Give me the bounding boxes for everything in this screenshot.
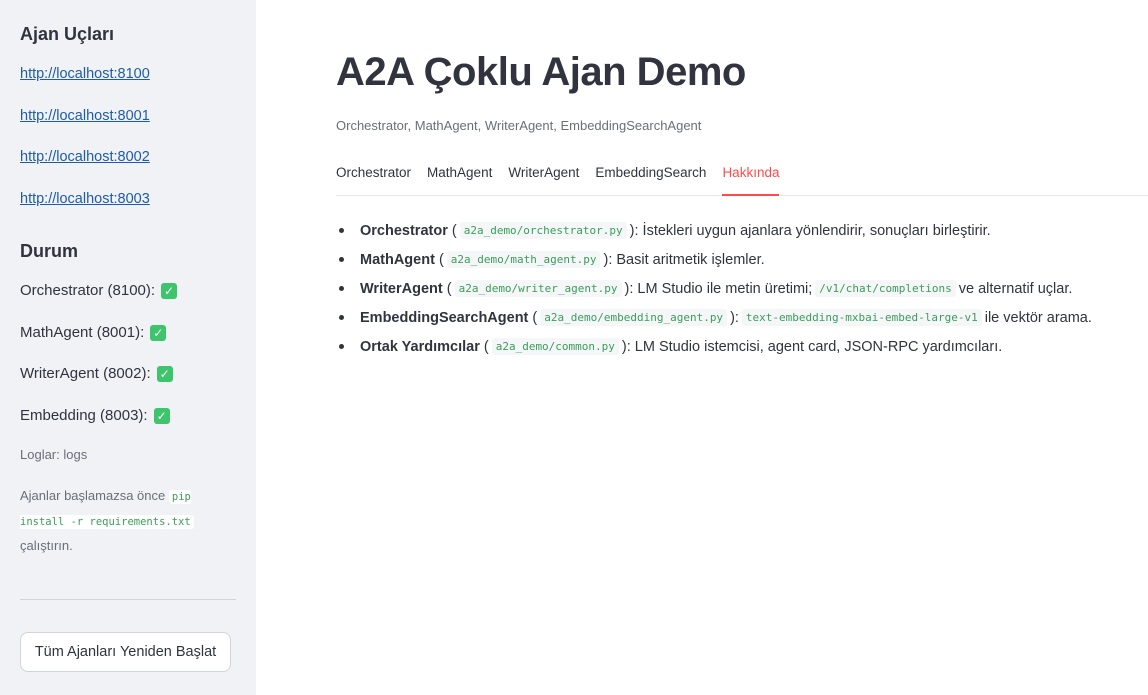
note-prefix: Ajanlar başlamazsa önce	[20, 488, 166, 503]
item-name: Orchestrator	[360, 222, 448, 239]
list-item: Orchestrator (a2a_demo/orchestrator.py):…	[336, 216, 1092, 245]
item-name: Ortak Yardımcılar	[360, 338, 480, 355]
tab-hakkinda[interactable]: Hakkında	[722, 162, 780, 196]
item-desc: ): LM Studio istemcisi, agent card, JSON…	[621, 338, 1003, 355]
sidebar-divider	[20, 599, 236, 600]
item-file: a2a_demo/orchestrator.py	[459, 222, 627, 239]
item-desc: ):	[730, 309, 739, 326]
status-heading: Durum	[20, 241, 78, 261]
item-desc: ): İstekleri uygun ajanlara yönlendirir,…	[629, 222, 991, 239]
install-note: Ajanlar başlamazsa önce pip install -r r…	[20, 484, 220, 557]
check-icon: ✓	[161, 282, 178, 299]
check-icon: ✓	[153, 407, 170, 424]
page-title: A2A Çoklu Ajan Demo	[336, 50, 746, 94]
list-item: EmbeddingSearchAgent (a2a_demo/embedding…	[336, 303, 1092, 332]
status-orchestrator: Orchestrator (8100): ✓	[20, 282, 178, 299]
item-name: WriterAgent	[360, 280, 443, 297]
sidebar: Ajan Uçları http://localhost:8100 http:/…	[0, 0, 256, 695]
list-item: MathAgent (a2a_demo/math_agent.py): Basi…	[336, 245, 1092, 274]
list-item: WriterAgent (a2a_demo/writer_agent.py): …	[336, 274, 1092, 303]
item-name: MathAgent	[360, 251, 435, 268]
status-embedding: Embedding (8003): ✓	[20, 407, 170, 424]
note-suffix: çalıştırın.	[20, 538, 73, 553]
item-file: a2a_demo/common.py	[491, 338, 619, 355]
item-name: EmbeddingSearchAgent	[360, 309, 529, 326]
status-label: MathAgent (8001):	[20, 324, 145, 341]
tab-orchestrator[interactable]: Orchestrator	[336, 162, 411, 195]
item-desc-2: ve alternatif uçlar.	[958, 280, 1073, 297]
endpoint-link-8003[interactable]: http://localhost:8003	[20, 191, 150, 207]
item-endpoint-code: /v1/chat/completions	[815, 280, 956, 297]
check-icon: ✓	[156, 365, 173, 382]
status-mathagent: MathAgent (8001): ✓	[20, 324, 167, 341]
endpoint-link-8001[interactable]: http://localhost:8001	[20, 108, 150, 124]
tab-bar: Orchestrator MathAgent WriterAgent Embed…	[336, 162, 1148, 196]
tab-embeddingsearch[interactable]: EmbeddingSearch	[595, 162, 706, 195]
item-desc: ): LM Studio ile metin üretimi;	[624, 280, 813, 297]
page-subtitle: Orchestrator, MathAgent, WriterAgent, Em…	[336, 118, 702, 133]
about-list: Orchestrator (a2a_demo/orchestrator.py):…	[336, 216, 1092, 361]
check-icon: ✓	[150, 324, 167, 341]
logs-text: Loglar: logs	[20, 447, 88, 462]
main-content: A2A Çoklu Ajan Demo Orchestrator, MathAg…	[256, 0, 1148, 695]
item-file: a2a_demo/math_agent.py	[446, 251, 601, 268]
list-item: Ortak Yardımcılar (a2a_demo/common.py): …	[336, 332, 1092, 361]
item-desc: ): Basit aritmetik işlemler.	[603, 251, 765, 268]
status-label: Orchestrator (8100):	[20, 282, 156, 299]
status-writeragent: WriterAgent (8002): ✓	[20, 365, 173, 382]
endpoint-link-8100[interactable]: http://localhost:8100	[20, 66, 150, 82]
tab-writeragent[interactable]: WriterAgent	[508, 162, 579, 195]
tab-mathagent[interactable]: MathAgent	[427, 162, 492, 195]
status-label: Embedding (8003):	[20, 407, 148, 424]
item-desc-2: ile vektör arama.	[984, 309, 1092, 326]
item-model-code: text-embedding-mxbai-embed-large-v1	[741, 309, 982, 326]
endpoint-link-8002[interactable]: http://localhost:8002	[20, 149, 150, 165]
restart-all-agents-button[interactable]: Tüm Ajanları Yeniden Başlat	[20, 632, 231, 672]
endpoints-heading: Ajan Uçları	[20, 24, 115, 44]
status-label: WriterAgent (8002):	[20, 365, 151, 382]
item-file: a2a_demo/embedding_agent.py	[540, 309, 728, 326]
item-file: a2a_demo/writer_agent.py	[454, 280, 622, 297]
